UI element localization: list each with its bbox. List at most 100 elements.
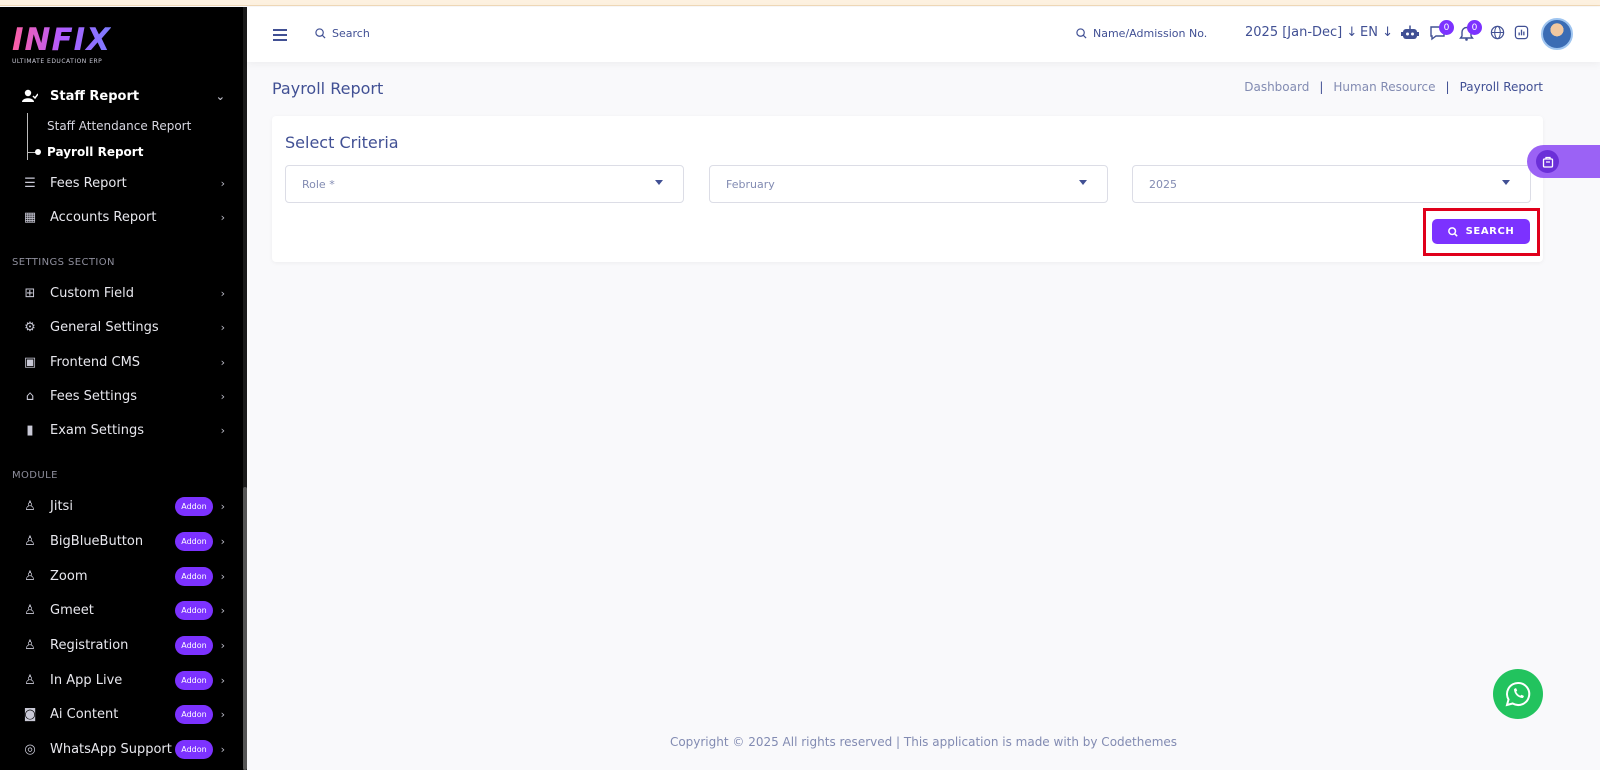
year-select-value: 2025: [1149, 177, 1177, 191]
chevron-right-icon: ›: [220, 286, 225, 300]
sidebar-item-label: In App Live: [50, 672, 123, 688]
role-select[interactable]: Role *: [285, 165, 684, 203]
breadcrumb-payroll-report: Payroll Report: [1459, 80, 1543, 94]
arrow-down-icon: ↓: [1382, 25, 1393, 40]
chevron-right-icon: ›: [220, 389, 225, 403]
sidebar-item-fees-report[interactable]: ☰ Fees Report ›: [0, 169, 243, 197]
module-icon: ♙: [24, 637, 36, 653]
breadcrumb-dashboard[interactable]: Dashboard: [1244, 80, 1309, 94]
top-header: Search Name/Admission No. 2025 [Jan-Dec]…: [247, 7, 1600, 62]
sidebar-item-bigbluebutton[interactable]: ♙ BigBlueButton Addon ›: [0, 527, 243, 555]
sidebar-item-label: Gmeet: [50, 602, 94, 618]
month-select-value: February: [726, 177, 775, 191]
chevron-down-icon: ⌄: [215, 89, 225, 103]
chevron-right-icon: ›: [220, 569, 225, 583]
section-label-settings: SETTINGS SECTION: [12, 257, 115, 268]
addon-badge: Addon: [175, 600, 213, 620]
sidebar-item-fees-settings[interactable]: ⌂ Fees Settings ›: [0, 382, 243, 410]
sidebar-item-registration[interactable]: ♙ Registration Addon ›: [0, 631, 243, 659]
module-icon: ♙: [24, 672, 36, 688]
sidebar-item-custom-field[interactable]: ⊞ Custom Field ›: [0, 279, 243, 307]
sidebar-item-frontend-cms[interactable]: ▣ Frontend CMS ›: [0, 348, 243, 376]
breadcrumb-human-resource[interactable]: Human Resource: [1333, 80, 1435, 94]
submenu-active-dot: [35, 149, 41, 155]
chevron-right-icon: ›: [220, 673, 225, 687]
sidebar-item-exam-settings[interactable]: ▮ Exam Settings ›: [0, 416, 243, 444]
criteria-card: Select Criteria Role * February 2025 SEA…: [272, 116, 1543, 262]
academic-year-select[interactable]: 2025 [Jan-Dec] ↓: [1245, 25, 1357, 40]
sidebar-item-whatsapp-support[interactable]: ◎ WhatsApp Support Addon ›: [0, 735, 243, 763]
sidebar-item-label: Zoom: [50, 568, 88, 584]
language-label: EN: [1360, 25, 1378, 40]
logo[interactable]: INFIX ULTIMATE EDUCATION ERP: [12, 24, 111, 65]
caret-down-icon: [1079, 180, 1087, 185]
book-icon: ▮: [26, 422, 34, 438]
arrow-down-icon: ↓: [1346, 25, 1358, 40]
section-label-module: MODULE: [12, 470, 58, 481]
criteria-title: Select Criteria: [285, 133, 399, 152]
chevron-right-icon: ›: [220, 707, 225, 721]
sidebar-item-label: Staff Report: [50, 88, 140, 104]
module-icon: ♙: [24, 568, 36, 584]
money-icon: ▦: [23, 209, 37, 225]
admission-search[interactable]: Name/Admission No.: [1076, 27, 1207, 40]
sidebar-item-gmeet[interactable]: ♙ Gmeet Addon ›: [0, 596, 243, 624]
bed-icon: ⊞: [24, 285, 36, 301]
sidebar-item-label: BigBlueButton: [50, 533, 144, 549]
menu-search[interactable]: Search: [315, 27, 370, 40]
bank-icon: ⌂: [25, 388, 35, 404]
gears-icon: ⚙: [24, 319, 36, 335]
breadcrumb: Dashboard | Human Resource | Payroll Rep…: [1244, 80, 1543, 94]
user-avatar[interactable]: [1541, 18, 1573, 50]
sidebar-item-accounts-report[interactable]: ▦ Accounts Report ›: [0, 203, 243, 231]
menu-toggle-icon[interactable]: [273, 29, 287, 44]
role-select-value: Role *: [302, 177, 335, 191]
addon-badge: Addon: [175, 670, 213, 690]
month-select[interactable]: February: [709, 165, 1108, 203]
cart-icon: [1536, 150, 1559, 173]
sidebar-item-label: Exam Settings: [50, 422, 144, 438]
floating-cart-tab[interactable]: [1527, 145, 1600, 178]
robot-icon[interactable]: [1401, 25, 1419, 45]
breadcrumb-separator: |: [1445, 80, 1450, 94]
top-strip: [0, 0, 1600, 6]
whatsapp-chat-button[interactable]: [1493, 669, 1543, 719]
chevron-right-icon: ›: [220, 742, 225, 756]
sidebar-item-jitsi[interactable]: ♙ Jitsi Addon ›: [0, 492, 243, 520]
search-icon: [1076, 28, 1087, 39]
sidebar: INFIX ULTIMATE EDUCATION ERP Staff Repor…: [0, 7, 247, 770]
sidebar-item-staff-report[interactable]: Staff Report ⌄: [0, 82, 243, 110]
search-button-highlight: [1423, 208, 1540, 256]
sidebar-item-general-settings[interactable]: ⚙ General Settings ›: [0, 313, 243, 341]
sidebar-item-label: Jitsi: [50, 498, 73, 514]
addon-badge: Addon: [175, 566, 213, 586]
list-icon: ☰: [24, 175, 36, 191]
sidebar-item-in-app-live[interactable]: ♙ In App Live Addon ›: [0, 666, 243, 694]
addon-badge: Addon: [175, 704, 213, 724]
search-icon: [315, 28, 326, 39]
chevron-right-icon: ›: [220, 603, 225, 617]
sidebar-item-label: Fees Settings: [50, 388, 137, 404]
sidebar-subitem-staff-attendance-report[interactable]: Staff Attendance Report: [47, 119, 191, 133]
menu-search-label: Search: [332, 27, 370, 40]
page-title: Payroll Report: [272, 79, 384, 98]
notification-count-badge: 0: [1467, 20, 1482, 35]
sidebar-item-label: Fees Report: [50, 175, 127, 191]
sidebar-item-ai-content[interactable]: ◙ Ai Content Addon ›: [0, 700, 243, 728]
chevron-right-icon: ›: [220, 638, 225, 652]
module-icon: ♙: [24, 602, 36, 618]
sidebar-subitem-payroll-report[interactable]: Payroll Report: [47, 145, 143, 159]
caret-down-icon: [1502, 180, 1510, 185]
sidebar-item-label: WhatsApp Support: [50, 741, 172, 757]
user-icon: [22, 88, 38, 104]
language-select[interactable]: EN ↓: [1360, 25, 1393, 40]
globe-icon[interactable]: [1490, 25, 1505, 44]
addon-badge: Addon: [175, 496, 213, 516]
robot-icon: ◙: [23, 706, 37, 722]
year-select[interactable]: 2025: [1132, 165, 1531, 203]
report-chart-icon[interactable]: [1514, 25, 1529, 44]
sidebar-item-label: Registration: [50, 637, 129, 653]
sidebar-item-zoom[interactable]: ♙ Zoom Addon ›: [0, 562, 243, 590]
academic-year-label: 2025 [Jan-Dec]: [1245, 25, 1343, 40]
sidebar-scrollbar-thumb[interactable]: [243, 487, 247, 770]
